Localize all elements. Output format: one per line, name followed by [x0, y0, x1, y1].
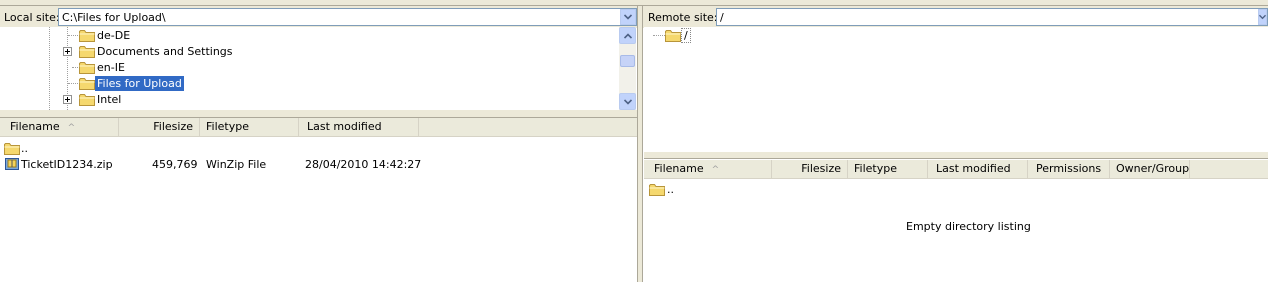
- tree-guide-line: [49, 27, 50, 110]
- column-owner-group[interactable]: Owner/Group: [1110, 160, 1190, 178]
- tree-item-label: /: [681, 27, 691, 43]
- scroll-thumb[interactable]: [620, 55, 635, 67]
- zip-file-icon: [5, 158, 19, 170]
- chevron-down-icon: [1259, 14, 1266, 20]
- folder-icon: [665, 29, 681, 42]
- chevron-down-icon: [624, 14, 632, 20]
- tree-item-de-de[interactable]: de-DE: [79, 27, 132, 43]
- tree-item-label: en-IE: [97, 60, 125, 74]
- folder-icon: [79, 93, 95, 106]
- column-filename[interactable]: Filename ^: [0, 118, 119, 136]
- local-file-list-header: Filename ^ Filesize Filetype Last modifie…: [0, 118, 637, 137]
- folder-icon: [79, 29, 95, 42]
- sort-ascending-icon: ^: [67, 123, 76, 133]
- column-filesize[interactable]: Filesize: [119, 118, 200, 136]
- expand-icon[interactable]: [63, 95, 72, 104]
- expand-icon[interactable]: [63, 47, 72, 56]
- local-path-dropdown-button[interactable]: [620, 9, 636, 25]
- chevron-down-icon: [624, 99, 632, 105]
- local-tree-scrollbar[interactable]: [619, 27, 636, 110]
- file-name: ..: [21, 141, 28, 155]
- remote-directory-tree[interactable]: /: [644, 27, 1268, 152]
- vertical-splitter[interactable]: [637, 6, 643, 282]
- local-path-value: C:\Files for Upload\: [62, 10, 166, 24]
- column-filesize[interactable]: Filesize: [772, 160, 848, 178]
- file-size: 459,769: [152, 157, 198, 171]
- remote-splitter[interactable]: [644, 152, 1268, 159]
- list-item[interactable]: ..: [4, 140, 28, 156]
- column-filetype[interactable]: Filetype: [200, 118, 299, 136]
- tree-guide-line: [653, 35, 665, 36]
- folder-icon: [79, 45, 95, 58]
- tree-guide-line: [68, 35, 78, 36]
- local-directory-tree[interactable]: de-DE Documents and Settings en-IE Files…: [0, 27, 636, 110]
- scroll-down-button[interactable]: [619, 93, 636, 110]
- list-item[interactable]: ..: [649, 181, 674, 197]
- tree-guide-line: [72, 67, 78, 68]
- chevron-up-icon: [624, 33, 632, 39]
- column-filename[interactable]: Filename ^: [644, 160, 772, 178]
- column-filetype[interactable]: Filetype: [848, 160, 928, 178]
- local-file-list[interactable]: Filename ^ Filesize Filetype Last modifie…: [0, 118, 637, 282]
- remote-path-dropdown-button[interactable]: [1258, 9, 1267, 25]
- folder-icon: [649, 183, 665, 196]
- tree-item-intel[interactable]: Intel: [79, 91, 123, 107]
- file-type: WinZip File: [206, 157, 267, 171]
- local-splitter[interactable]: [0, 110, 637, 118]
- scroll-up-button[interactable]: [619, 27, 636, 44]
- tree-item-en-ie[interactable]: en-IE: [79, 59, 127, 75]
- column-permissions[interactable]: Permissions: [1028, 160, 1110, 178]
- list-item[interactable]: TicketID1234.zip 459,769 WinZip File 28/…: [0, 156, 637, 172]
- tree-item-label: Documents and Settings: [97, 44, 233, 58]
- tree-item-label: Intel: [97, 92, 122, 106]
- remote-path-combobox[interactable]: /: [716, 8, 1268, 26]
- open-folder-icon: [79, 77, 95, 90]
- folder-icon: [79, 61, 95, 74]
- local-site-bar: Local site: C:\Files for Upload\: [0, 6, 637, 28]
- column-last-modified[interactable]: Last modified: [928, 160, 1028, 178]
- local-site-label: Local site:: [4, 10, 60, 24]
- tree-guide-line: [68, 83, 78, 84]
- tree-item-documents-and-settings[interactable]: Documents and Settings: [79, 43, 235, 59]
- file-name: ..: [667, 182, 674, 196]
- tree-item-files-for-upload[interactable]: Files for Upload: [79, 75, 184, 91]
- tree-item-root[interactable]: /: [665, 27, 691, 43]
- tree-item-label: Files for Upload: [95, 75, 184, 91]
- file-name: TicketID1234.zip: [21, 157, 113, 171]
- remote-file-list-header: Filename ^ Filesize Filetype Last modifie…: [644, 160, 1268, 179]
- remote-file-list[interactable]: Filename ^ Filesize Filetype Last modifie…: [644, 160, 1268, 282]
- empty-listing-message: Empty directory listing: [906, 220, 1031, 233]
- tree-item-label: de-DE: [97, 28, 131, 42]
- remote-site-bar: Remote site: /: [643, 6, 1268, 28]
- column-last-modified[interactable]: Last modified: [299, 118, 419, 136]
- remote-site-label: Remote site:: [648, 10, 718, 24]
- local-path-combobox[interactable]: C:\Files for Upload\: [58, 8, 637, 26]
- file-modified: 28/04/2010 14:42:27: [305, 157, 422, 171]
- sort-ascending-icon: ^: [711, 165, 720, 175]
- remote-path-value: /: [720, 10, 724, 24]
- folder-icon: [4, 142, 20, 155]
